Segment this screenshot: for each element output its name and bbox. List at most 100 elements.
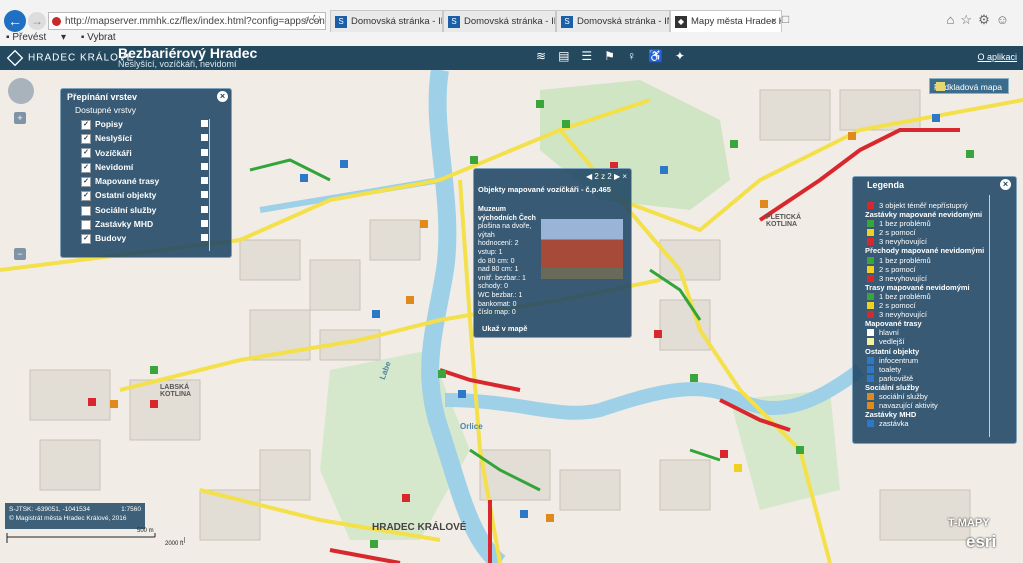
legend-swatch-icon [867, 338, 874, 346]
legend-label: 1 bez problémů [879, 255, 931, 265]
close-icon[interactable]: × [771, 11, 777, 32]
layer-checkbox[interactable]: ✓ [81, 148, 91, 159]
tab-label: Domovská stránka - INTRANET [464, 16, 555, 27]
legend-label: 2 s pomocí [879, 301, 916, 311]
back-arrow-icon[interactable]: ← [4, 10, 26, 32]
layer-checkbox[interactable]: ✓ [81, 234, 91, 245]
legend-label: 3 nevyhovující [879, 237, 927, 247]
legend-swatch-icon [867, 402, 874, 410]
layers-subtitle: Dostupné vrstvy [75, 105, 136, 115]
expand-icon[interactable] [201, 162, 208, 170]
zoom-out-button[interactable]: − [14, 248, 26, 260]
close-icon[interactable]: × [622, 172, 627, 181]
map-tools: ≋▤☰⚑♀♿✦ [536, 49, 697, 63]
browser-tab[interactable]: S Domovská stránka - INTRANET [556, 10, 670, 32]
person-tool-icon[interactable]: ♀ [627, 49, 648, 63]
legend-item: zastávka [865, 419, 984, 428]
smiley-icon[interactable]: ☺ [996, 12, 1015, 27]
next-arrow-icon[interactable]: ▶ [614, 172, 620, 181]
legend-item: navazující aktivity [865, 401, 984, 410]
new-tab-icon[interactable]: □ [782, 12, 798, 28]
search-icon[interactable]: ⌕ [304, 14, 310, 25]
river-orlice [444, 364, 865, 420]
layer-checkbox[interactable]: ✓ [81, 176, 91, 187]
select-button[interactable]: ▪ Vybrat [81, 32, 128, 43]
legend-scrollbar[interactable] [989, 195, 996, 437]
coordinates-box: S-JTSK: -639051, -1041534 1:7560 © Magis… [5, 503, 145, 529]
map-label-river: Orlice [460, 422, 483, 431]
close-icon[interactable]: × [217, 91, 228, 102]
star-icon[interactable]: ☆ [960, 12, 978, 27]
legend-label: Trasy mapované nevidomými [865, 282, 970, 292]
zoom-in-button[interactable]: + [14, 112, 26, 124]
legend-section-heading: Mapované trasy [865, 319, 984, 328]
site-favicon [52, 17, 61, 26]
expand-icon[interactable] [201, 148, 208, 156]
legend-section-heading: Trasy mapované nevidomými [865, 283, 984, 292]
expand-icon[interactable] [201, 191, 208, 199]
legend-tool-icon[interactable]: ▤ [558, 49, 581, 63]
layer-checkbox[interactable]: ✓ [81, 162, 91, 173]
list-tool-icon[interactable]: ☰ [581, 49, 604, 63]
refresh-icon[interactable]: ↻ [312, 14, 320, 25]
legend-swatch-icon [867, 392, 874, 400]
tab-label: Mapy města Hradec Králové [691, 16, 781, 27]
expand-icon[interactable] [201, 177, 208, 185]
gear-icon[interactable]: ⚙ [978, 12, 996, 27]
legend-item: vedlejší [865, 337, 984, 346]
expand-icon[interactable] [201, 205, 208, 213]
pan-control[interactable] [8, 78, 34, 104]
layer-checkbox[interactable]: ✓ [81, 119, 91, 130]
map-label-district: PLETICKÁ KOTLINA [766, 214, 801, 228]
layers-panel: Přepínání vrstev × Dostupné vrstvy ✓ Popi… [60, 88, 232, 258]
forward-arrow-icon[interactable]: → [28, 12, 46, 30]
convert-button[interactable]: ▪ Převést ▾ [6, 32, 66, 43]
museum-photo [541, 219, 623, 279]
expand-icon[interactable] [201, 234, 208, 242]
expand-icon[interactable] [201, 134, 208, 142]
browser-tab[interactable]: S Domovská stránka - INTRANET [443, 10, 556, 32]
layer-checkbox[interactable] [81, 205, 91, 216]
basemap-button[interactable]: Podkladová mapa [929, 78, 1009, 94]
zoom-to-link[interactable]: Ukaž v mapě [482, 324, 527, 333]
address-bar[interactable]: http://mapserver.mmhk.cz/flex/index.html… [48, 12, 326, 30]
legend-swatch-icon [867, 302, 874, 310]
legend-swatch-icon [867, 274, 874, 282]
layer-checkbox[interactable]: ✓ [81, 191, 91, 202]
legend-label: 2 s pomocí [879, 228, 916, 238]
legend-item: toalety [865, 365, 984, 374]
popup-pager: ◀ 2 z 2 ▶ × [586, 172, 627, 181]
layer-checkbox[interactable]: ✓ [81, 134, 91, 145]
home-icon[interactable]: ⌂ [947, 12, 961, 27]
legend-section-heading: Zastávky MHD [865, 410, 984, 419]
layers-scrollbar[interactable] [209, 119, 216, 251]
legend-item: hlavní [865, 328, 984, 337]
legend-label: toalety [879, 364, 902, 374]
wheelchair-tool-icon[interactable]: ♿ [648, 49, 675, 63]
prev-arrow-icon[interactable]: ◀ [586, 172, 592, 181]
legend-label: 2 s pomocí [879, 264, 916, 274]
browser-tab[interactable]: S Domovská stránka - INTRANET [330, 10, 443, 32]
legend-item: 2 s pomocí [865, 301, 984, 310]
legend-swatch-icon [867, 329, 874, 337]
filter-tool-icon[interactable]: ⚑ [604, 49, 627, 63]
map-canvas[interactable]: HRADEC KRÁLOVÉ LABSKÁ KOTLINA PLETICKÁ K… [0, 70, 1023, 563]
legend-swatch-icon [867, 356, 874, 364]
browser-tab-active[interactable]: ◆ Mapy města Hradec Králové× [670, 10, 782, 32]
layers-tool-icon[interactable]: ≋ [536, 49, 558, 63]
map-favicon: ◆ [675, 16, 687, 28]
legend-label: Ostatní objekty [865, 346, 920, 356]
legend-label: parkoviště [879, 373, 914, 383]
legend-swatch-icon [867, 202, 874, 209]
favorites-bar: ▪ Převést ▾ ▪ Vybrat [6, 32, 140, 43]
legend-item: 1 bez problémů [865, 292, 984, 301]
popup-body: Muzeum východních Čech plošina na dvoře,… [478, 206, 540, 318]
about-link[interactable]: O aplikaci [977, 52, 1017, 62]
address-tools[interactable]: ⌕ ↻ [304, 14, 321, 25]
legend-label: 3 objekt téměř nepřístupný [879, 201, 968, 210]
close-icon[interactable]: × [1000, 179, 1011, 190]
measure-tool-icon[interactable]: ✦ [675, 49, 697, 63]
expand-icon[interactable] [201, 220, 208, 228]
layer-checkbox[interactable] [81, 219, 91, 230]
expand-icon[interactable] [201, 120, 208, 127]
